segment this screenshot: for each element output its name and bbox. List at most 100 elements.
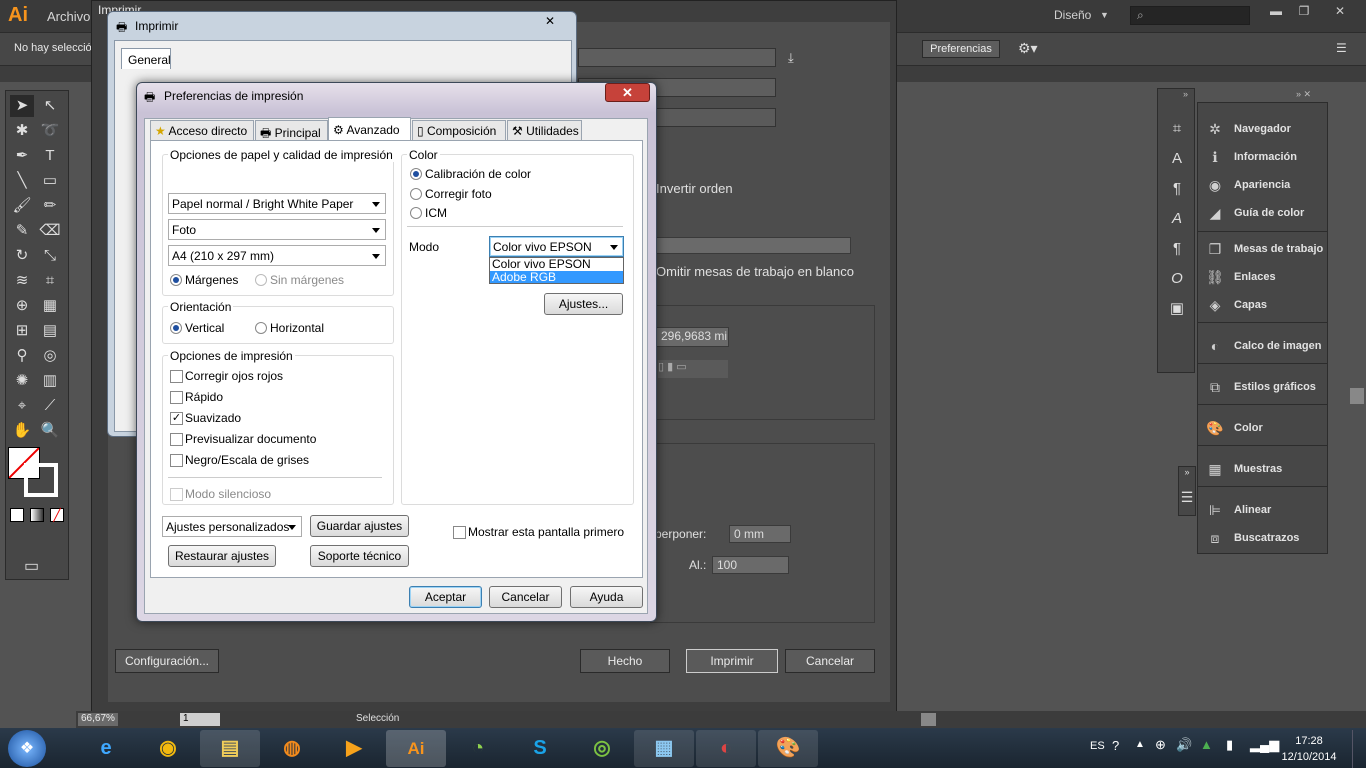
symbol-sprayer-tool-icon[interactable]: ✺ (10, 370, 34, 392)
mesh-tool-icon[interactable]: ⊞ (10, 320, 34, 342)
type-tool-icon[interactable]: T (38, 145, 62, 167)
chevron-down-icon[interactable]: ▼ (1100, 10, 1109, 20)
expand-icon[interactable]: » (1183, 89, 1188, 99)
volume-icon[interactable]: 🔊 (1176, 737, 1192, 753)
tab-utilidades[interactable]: ⚒ Utilidades (507, 120, 582, 140)
page-field[interactable]: 1 (180, 713, 220, 726)
hand-tool-icon[interactable]: ✋ (10, 420, 34, 442)
collapse-icon[interactable]: » ✕ (1296, 89, 1311, 100)
print-button[interactable]: Imprimir (686, 649, 778, 673)
rectangle-tool-icon[interactable]: ▭ (38, 170, 62, 192)
orientation-icons[interactable]: ▯ ▮ ▭ (658, 360, 728, 378)
settings-button[interactable]: Ajustes... (544, 293, 623, 315)
panel-item-align[interactable]: ⊫ Alinear (1206, 496, 1299, 524)
panel-item-graphic-styles[interactable]: ⧉ Estilos gráficos (1206, 373, 1316, 401)
scale-tool-icon[interactable]: ⤡ (38, 245, 62, 267)
panel-item-swatches[interactable]: ▦ Muestras (1206, 455, 1282, 483)
custom-settings-select[interactable]: Ajustes personalizados (162, 516, 302, 537)
type-panel-icon[interactable]: ▣ (1168, 294, 1186, 324)
pen-tool-icon[interactable]: ✒ (10, 145, 34, 167)
show-desktop-button[interactable] (1352, 730, 1366, 768)
arrange-icon[interactable]: ⚙▾ (1018, 40, 1038, 57)
artboard-tool-icon[interactable]: ⌖ (10, 395, 34, 417)
restore-defaults-button[interactable]: Restaurar ajustes (168, 545, 276, 567)
panel-item-appearance[interactable]: ◉ Apariencia (1206, 171, 1304, 199)
calibration-radio[interactable] (410, 168, 422, 180)
paragraph-style-icon[interactable]: ¶ (1168, 174, 1186, 204)
warp-tool-icon[interactable]: ≋ (10, 270, 34, 292)
overlap-field[interactable]: 0 mm (729, 525, 791, 543)
line-tool-icon[interactable]: ╲ (10, 170, 34, 192)
glyphs-icon[interactable]: O (1168, 264, 1186, 294)
magic-wand-tool-icon[interactable]: ✱ (10, 120, 34, 142)
chrome-icon[interactable]: ◉ (138, 730, 198, 767)
battery-icon[interactable]: ▮ (1226, 737, 1233, 753)
cancel-button[interactable]: Cancelar (785, 649, 875, 673)
height-field[interactable]: 100 (712, 556, 789, 574)
file-explorer-icon[interactable]: ▤ (200, 730, 260, 767)
expand-icon[interactable]: » (1179, 467, 1195, 477)
panel-item-layers[interactable]: ◈ Capas (1206, 291, 1323, 319)
panel-item-image-trace[interactable]: ◐ Calco de imagen (1206, 332, 1322, 360)
maximize-icon[interactable]: ❐ (1290, 3, 1318, 19)
tab-general[interactable]: General (121, 48, 171, 69)
panel-item-navigator[interactable]: ✲ Navegador (1206, 115, 1304, 143)
panel-item-artboards[interactable]: ❐ Mesas de trabajo (1206, 235, 1324, 263)
spotify-icon[interactable]: ◎ (572, 730, 632, 767)
column-graph-tool-icon[interactable]: ▥ (38, 370, 62, 392)
screen-mode-icon[interactable]: ▭ (24, 556, 39, 576)
paint-icon[interactable]: 🎨 (758, 730, 818, 767)
control-panel-icon[interactable]: ▦ (634, 730, 694, 767)
illustrator-taskbar-icon[interactable]: Ai (386, 730, 446, 767)
range-input[interactable] (656, 237, 851, 254)
tab-avanzado[interactable]: ⚙ Avanzado (328, 117, 411, 141)
panel-menu-icon[interactable]: ☰ (1336, 41, 1347, 55)
paper-size-select[interactable]: A4 (210 x 297 mm) (168, 245, 386, 266)
app-icon[interactable]: ◐ (696, 730, 756, 767)
drive-icon[interactable]: ▲ (1200, 737, 1213, 752)
tab-acceso-directo[interactable]: ★ Acceso directo (150, 120, 254, 140)
zoom-field[interactable]: 66,67% (78, 713, 118, 726)
tab-composicion[interactable]: ▯ Composición (412, 120, 506, 140)
character-icon[interactable]: A (1168, 144, 1186, 174)
close-icon[interactable]: ✕ (530, 12, 570, 30)
none-mode-icon[interactable]: ╱ (50, 508, 64, 522)
close-icon[interactable]: ✕ (1322, 3, 1358, 19)
fast-checkbox[interactable] (170, 391, 183, 404)
slice-tool-icon[interactable]: ⟋ (38, 395, 62, 417)
media-player-icon[interactable]: ▶ (324, 730, 384, 767)
close-button[interactable]: ✕ (605, 83, 650, 102)
blob-brush-tool-icon[interactable]: ✎ (10, 220, 34, 242)
panel-item-info[interactable]: ℹ Información (1206, 143, 1304, 171)
blend-tool-icon[interactable]: ◎ (38, 345, 62, 367)
network-icon[interactable]: ▂▄▆ (1250, 737, 1279, 753)
width-field[interactable]: 296,9683 mi (656, 327, 729, 347)
horizontal-radio[interactable] (255, 322, 267, 334)
pencil-tool-icon[interactable]: ✏ (38, 195, 62, 217)
panel-item-color-guide[interactable]: ◢ Guía de color (1206, 199, 1305, 227)
free-transform-tool-icon[interactable]: ⌗ (38, 270, 62, 292)
ie-icon[interactable]: e (76, 730, 136, 767)
red-eye-checkbox[interactable] (170, 370, 183, 383)
menu-archivo[interactable]: Archivo (47, 9, 90, 24)
panel-item-links[interactable]: ⛓ Enlaces (1206, 263, 1323, 291)
minimize-icon[interactable]: ▬ (1262, 3, 1290, 19)
picasa-icon[interactable]: ◔ (448, 730, 508, 767)
vertical-radio[interactable] (170, 322, 182, 334)
stroke-swatch[interactable] (24, 463, 58, 497)
printer-select[interactable] (578, 48, 776, 67)
tray-arrow-icon[interactable]: ▲ (1135, 739, 1145, 750)
gradient-mode-icon[interactable] (30, 508, 44, 522)
setup-button[interactable]: Configuración... (115, 649, 219, 673)
paintbrush-tool-icon[interactable]: 🖌 (10, 195, 34, 217)
preferences-button[interactable]: Preferencias (922, 40, 1000, 58)
workspace-switcher[interactable]: Diseño (1054, 8, 1091, 22)
firefox-icon[interactable]: ◍ (262, 730, 322, 767)
dropdown-option-selected[interactable]: Adobe RGB (490, 271, 623, 283)
tray-icon[interactable]: ⊕ (1155, 737, 1166, 753)
character-style-icon[interactable]: A (1168, 204, 1186, 234)
help-button[interactable]: Ayuda (570, 586, 643, 608)
lasso-tool-icon[interactable]: ➰ (38, 120, 62, 142)
paper-type-select[interactable]: Papel normal / Bright White Paper (168, 193, 386, 214)
tab-principal[interactable]: 🖶 Principal (255, 120, 328, 140)
